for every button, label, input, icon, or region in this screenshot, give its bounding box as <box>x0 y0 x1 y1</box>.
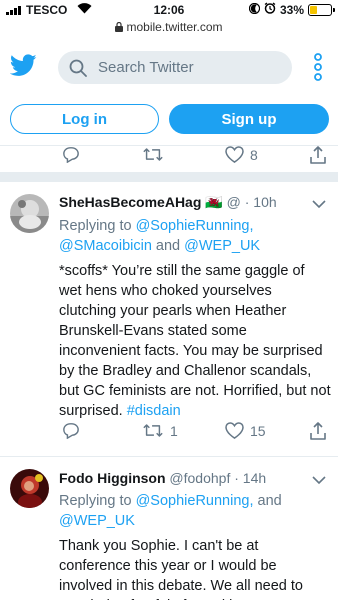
like-button[interactable]: 8 <box>225 146 258 163</box>
battery-percent: 33% <box>279 2 304 17</box>
display-name[interactable]: SheHasBecomeAHag <box>59 194 201 210</box>
separator-dot: · <box>234 470 239 486</box>
prev-tweet-actions: 8 <box>58 146 330 168</box>
display-name[interactable]: Fodo Higginson <box>59 470 166 486</box>
status-bar: TESCO 12:06 33% <box>0 0 338 20</box>
search-input[interactable] <box>98 51 283 84</box>
hashtag-link[interactable]: #disdain <box>127 403 181 419</box>
tweet-time[interactable]: 14h <box>243 470 266 486</box>
retweet-count: 1 <box>170 422 178 439</box>
replying-to: Replying to @SophieRunning, @SMacoibicin… <box>59 218 261 254</box>
avatar[interactable] <box>10 194 49 233</box>
mention-link[interactable]: @SophieRunning, <box>136 493 254 509</box>
url-text: mobile.twitter.com <box>126 20 223 34</box>
share-button[interactable] <box>310 422 326 440</box>
mention-link[interactable]: @SophieRunning, <box>136 218 254 234</box>
user-handle[interactable]: @ <box>227 194 241 210</box>
mention-link[interactable]: @WEP_UK <box>184 238 260 254</box>
signup-button[interactable]: Sign up <box>169 104 329 134</box>
like-count: 15 <box>250 422 266 439</box>
tweet[interactable]: SheHasBecomeAHag 🏴󠁧󠁢󠁷󠁬󠁳󠁿 @ · 10h Replyin… <box>0 182 338 452</box>
share-button[interactable] <box>310 146 326 164</box>
retweet-button[interactable] <box>142 146 164 163</box>
section-divider <box>0 172 338 182</box>
lock-icon <box>115 21 124 35</box>
separator-dot: · <box>244 194 250 210</box>
tweet[interactable]: Fodo Higginson @fodohpf · 14h Replying t… <box>0 457 338 600</box>
moon-icon <box>248 2 261 17</box>
tweet-time[interactable]: 10h <box>253 194 276 210</box>
login-button[interactable]: Log in <box>10 104 159 134</box>
twitter-bird-icon[interactable] <box>9 54 37 82</box>
avatar[interactable] <box>10 469 49 508</box>
search-icon <box>69 59 87 82</box>
chevron-down-icon[interactable] <box>312 472 326 490</box>
chevron-down-icon[interactable] <box>312 196 326 214</box>
auth-bar: Log in Sign up <box>0 96 338 146</box>
battery-icon <box>308 3 335 16</box>
wales-flag-icon: 🏴󠁧󠁢󠁷󠁬󠁳󠁿 <box>205 194 223 210</box>
tweet-actions: 1 15 <box>58 422 330 444</box>
tweet-text: Thank you Sophie. I can't be at conferen… <box>59 538 303 600</box>
reply-button[interactable] <box>62 422 80 439</box>
retweet-button[interactable]: 1 <box>142 422 178 439</box>
like-count: 8 <box>250 146 258 163</box>
search-bar[interactable] <box>58 51 292 84</box>
twitter-header <box>0 40 338 96</box>
alarm-icon <box>264 2 276 17</box>
mention-link[interactable]: @WEP_UK <box>59 513 135 529</box>
more-options-icon[interactable] <box>313 53 323 86</box>
tweet-text: *scoffs* You’re still the same gaggle of… <box>59 263 331 419</box>
user-handle[interactable]: @fodohpf <box>169 470 230 486</box>
mention-link[interactable]: @SMacoibicin <box>59 238 152 254</box>
replying-to: Replying to @SophieRunning, and @WEP_UK <box>59 493 282 529</box>
url-bar[interactable]: mobile.twitter.com <box>0 20 338 40</box>
reply-button[interactable] <box>62 146 80 163</box>
like-button[interactable]: 15 <box>225 422 266 439</box>
